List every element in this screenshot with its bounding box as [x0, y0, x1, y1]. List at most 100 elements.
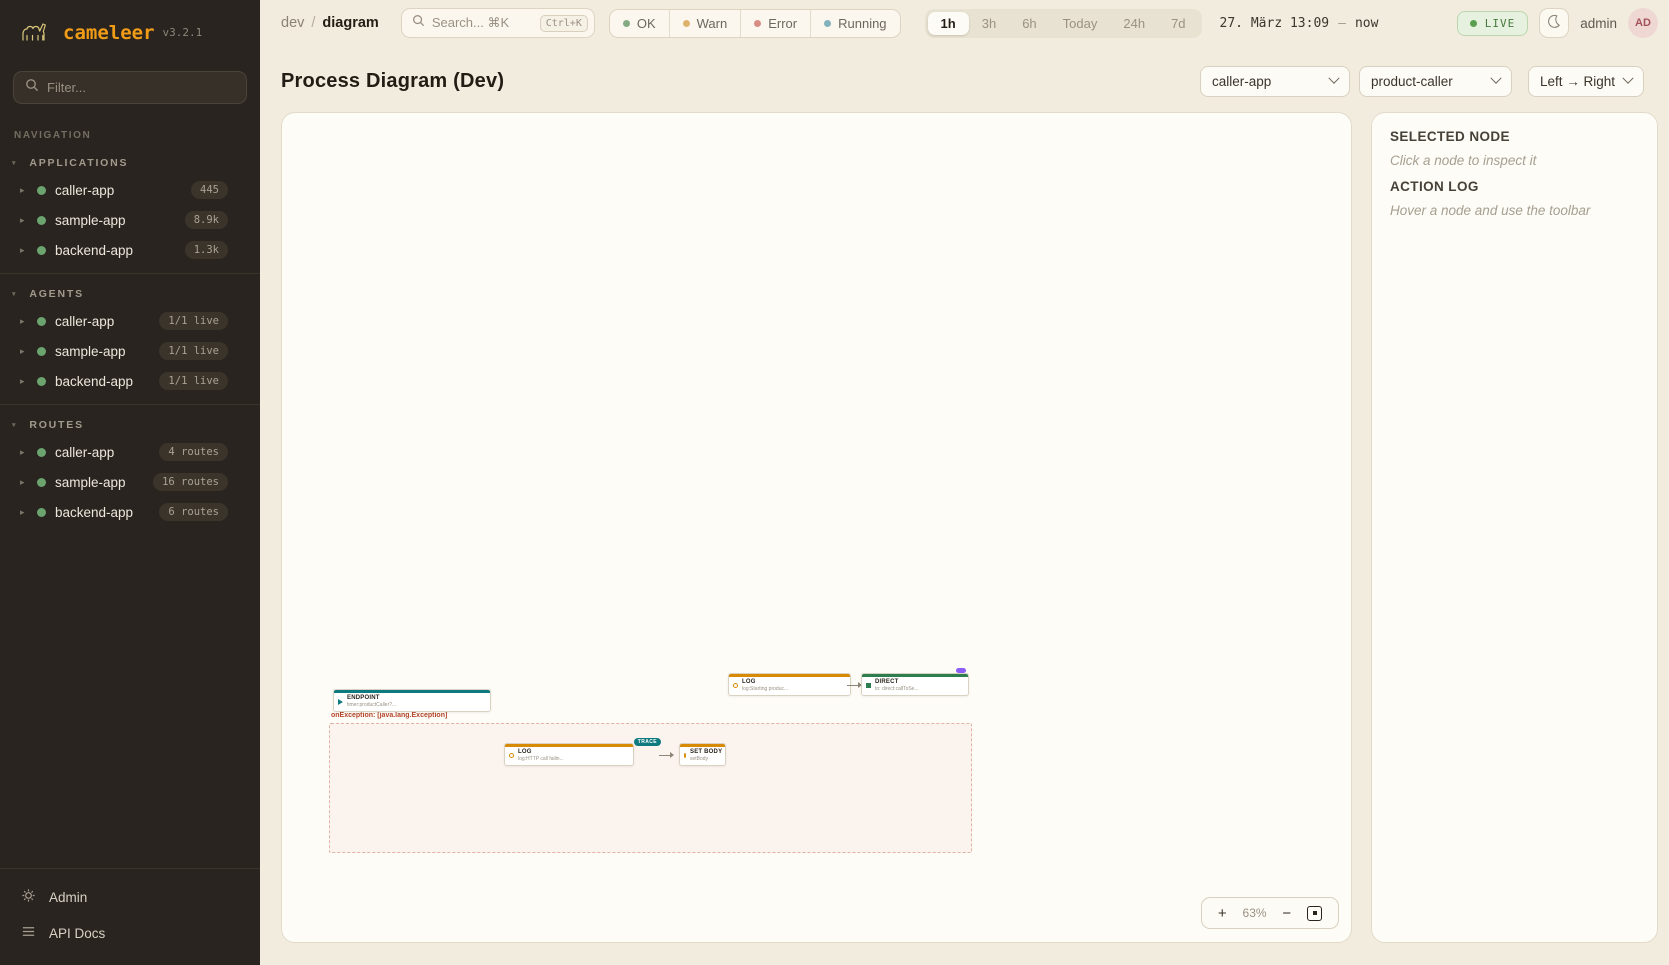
sidebar-item-backend-app[interactable]: ▸ backend-app 1.3k	[0, 235, 260, 265]
log-icon	[733, 683, 738, 688]
sidebar-item-admin[interactable]: Admin	[0, 879, 260, 915]
item-label: sample-app	[55, 344, 150, 359]
chevron-down-icon: ▾	[12, 159, 17, 167]
section-header-agents[interactable]: ▾ AGENTS	[0, 284, 260, 306]
live-badge: 1/1 live	[159, 312, 228, 330]
node-subtitle: timer:productCaller?...	[347, 702, 396, 708]
fit-view-button[interactable]	[1307, 906, 1322, 921]
search-icon	[25, 78, 39, 97]
filter-chip-warn[interactable]: Warn	[669, 10, 741, 37]
chevron-right-icon: ▸	[20, 185, 28, 196]
live-badge: 1/1 live	[159, 372, 228, 390]
node-subtitle: setBody	[690, 756, 722, 762]
status-dot	[37, 317, 46, 326]
status-dot	[37, 246, 46, 255]
sidebar-filter[interactable]	[13, 71, 247, 104]
chevron-right-icon: ▸	[20, 346, 28, 357]
user-avatar[interactable]: AD	[1628, 8, 1658, 38]
direction-select[interactable]: Left → Right	[1528, 66, 1644, 97]
shortcut-key-badge: Ctrl+K	[540, 15, 588, 32]
filter-chip-running[interactable]: Running	[810, 10, 899, 37]
diagram-node-endpoint[interactable]: ENDPOINT timer:productCaller?...	[333, 689, 491, 712]
set-body-icon	[684, 753, 686, 758]
filter-chip-ok[interactable]: OK	[610, 10, 669, 37]
sidebar-item-sample-app-routes[interactable]: ▸ sample-app 16 routes	[0, 467, 260, 497]
diagram-canvas[interactable]: onException: [java.lang.Exception] ENDPO…	[281, 112, 1352, 943]
date-separator: –	[1338, 16, 1346, 31]
node-subtitle: to: direct:callToSe...	[875, 686, 919, 692]
sidebar-item-sample-app-agent[interactable]: ▸ sample-app 1/1 live	[0, 336, 260, 366]
node-title: ENDPOINT	[347, 695, 396, 701]
section-header-routes[interactable]: ▾ ROUTES	[0, 415, 260, 437]
time-range-3h[interactable]: 3h	[969, 12, 1009, 35]
moon-icon	[1546, 13, 1562, 34]
breadcrumb-parent[interactable]: dev	[281, 15, 304, 31]
node-title: DIRECT	[875, 679, 919, 685]
item-label: caller-app	[55, 314, 150, 329]
sidebar-item-caller-app-agent[interactable]: ▸ caller-app 1/1 live	[0, 306, 260, 336]
live-badge: 1/1 live	[159, 342, 228, 360]
nav-section-label: NAVIGATION	[0, 130, 260, 141]
running-status-dot	[824, 20, 831, 27]
diagram-node-direct[interactable]: DIRECT to: direct:callToSe...	[861, 673, 969, 696]
sidebar-item-backend-app-routes[interactable]: ▸ backend-app 6 routes	[0, 497, 260, 527]
select-value: Left → Right	[1540, 74, 1615, 89]
sidebar-item-caller-app[interactable]: ▸ caller-app 445	[0, 175, 260, 205]
routes-badge: 6 routes	[159, 503, 228, 521]
inspector-panel: SELECTED NODE Click a node to inspect it…	[1371, 112, 1658, 943]
filter-chip-error[interactable]: Error	[740, 10, 810, 37]
chevron-down-icon	[1490, 73, 1501, 84]
theme-toggle-button[interactable]	[1539, 8, 1569, 38]
sidebar-footer: Admin API Docs	[0, 868, 260, 965]
date-range-display[interactable]: 27. März 13:09 – now	[1220, 16, 1379, 31]
item-label: backend-app	[55, 374, 150, 389]
selected-node-empty-text: Click a node to inspect it	[1390, 153, 1639, 168]
edge-arrow	[659, 752, 674, 758]
chevron-right-icon: ▸	[20, 215, 28, 226]
app-select[interactable]: caller-app	[1200, 66, 1350, 97]
sidebar-item-caller-app-routes[interactable]: ▸ caller-app 4 routes	[0, 437, 260, 467]
diagram-node-log-2[interactable]: TRACE LOG log:HTTP call failin...	[504, 743, 634, 766]
chevron-down-icon: ▾	[12, 421, 17, 429]
node-subtitle: log:HTTP call failin...	[518, 756, 564, 762]
time-range-6h[interactable]: 6h	[1009, 12, 1049, 35]
zoom-in-button[interactable]: +	[1218, 906, 1227, 921]
node-title: SET BODY	[690, 749, 722, 755]
time-range-24h[interactable]: 24h	[1110, 12, 1158, 35]
app-logo: cameleer v3.2.1	[0, 0, 260, 63]
status-dot	[37, 347, 46, 356]
filter-input[interactable]	[47, 80, 235, 95]
chip-label: OK	[637, 16, 656, 31]
global-search[interactable]: Search... ⌘K Ctrl+K	[401, 8, 595, 38]
item-label: sample-app	[55, 213, 176, 228]
footer-label: Admin	[49, 890, 87, 905]
sidebar-item-sample-app[interactable]: ▸ sample-app 8.9k	[0, 205, 260, 235]
status-dot	[37, 216, 46, 225]
warn-status-dot	[683, 20, 690, 27]
count-badge: 8.9k	[185, 211, 228, 229]
section-header-applications[interactable]: ▾ APPLICATIONS	[0, 153, 260, 175]
search-placeholder: Search... ⌘K	[432, 15, 533, 31]
diagram-node-log-1[interactable]: LOG log:Starting produc...	[728, 673, 851, 696]
status-dot	[37, 377, 46, 386]
search-icon	[412, 14, 425, 32]
breadcrumb-separator: /	[311, 15, 315, 31]
section-label: ROUTES	[29, 419, 84, 431]
sidebar: cameleer v3.2.1 NAVIGATION ▾ APPLICATION…	[0, 0, 260, 965]
section-routes: ▾ ROUTES ▸ caller-app 4 routes ▸ sample-…	[0, 404, 260, 535]
chevron-right-icon: ▸	[20, 376, 28, 387]
exception-label: onException: [java.lang.Exception]	[331, 712, 447, 719]
time-range-1h[interactable]: 1h	[928, 12, 969, 35]
sidebar-item-backend-app-agent[interactable]: ▸ backend-app 1/1 live	[0, 366, 260, 396]
sidebar-item-api-docs[interactable]: API Docs	[0, 915, 260, 951]
diagram-node-set-body[interactable]: SET BODY setBody	[679, 743, 726, 766]
chip-label: Error	[768, 16, 797, 31]
chevron-right-icon: ▸	[20, 477, 28, 488]
time-range-today[interactable]: Today	[1050, 12, 1111, 35]
zoom-out-button[interactable]: −	[1282, 906, 1291, 921]
zoom-level: 63%	[1243, 906, 1267, 920]
time-range-7d[interactable]: 7d	[1158, 12, 1198, 35]
live-status-badge: LIVE	[1457, 11, 1529, 36]
chevron-down-icon	[1328, 73, 1339, 84]
route-select[interactable]: product-caller	[1359, 66, 1512, 97]
